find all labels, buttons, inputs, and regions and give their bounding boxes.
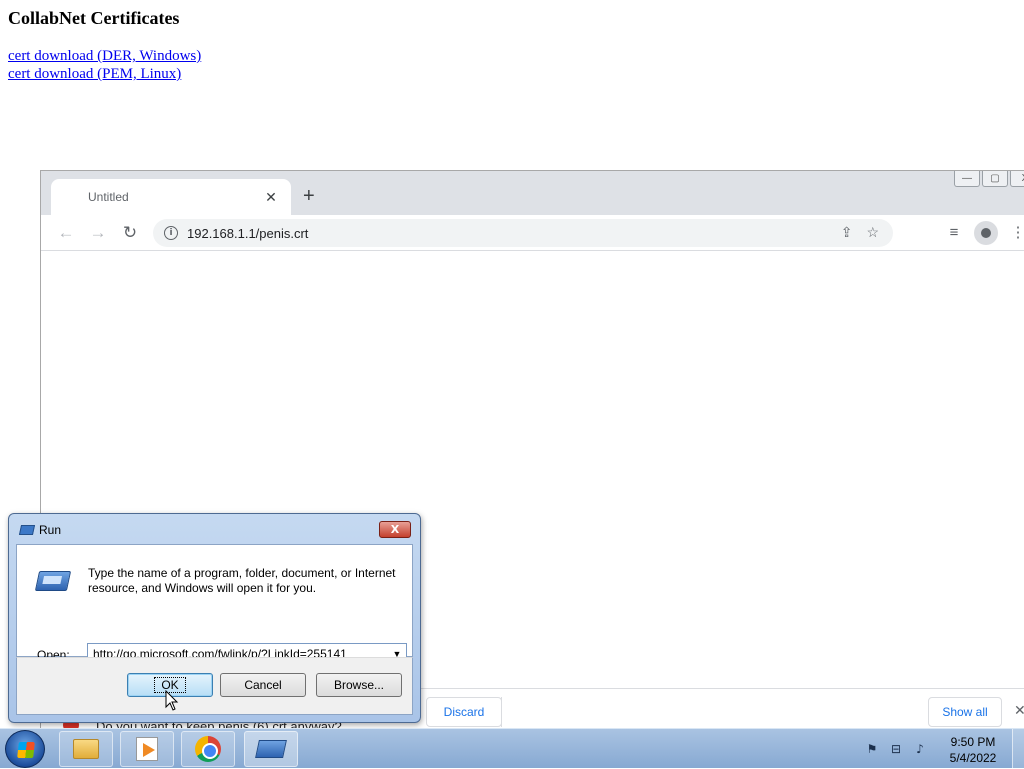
share-icon[interactable]: ⇪ (841, 224, 853, 241)
volume-icon[interactable]: ♪ (912, 741, 928, 757)
discard-button[interactable]: Discard (426, 697, 502, 727)
site-info-icon[interactable]: i (164, 226, 178, 240)
close-icon[interactable]: ✕ (1014, 702, 1024, 719)
cancel-button[interactable]: Cancel (220, 673, 306, 697)
taskbar-explorer[interactable] (59, 731, 113, 767)
run-icon (255, 740, 287, 758)
profile-avatar-icon[interactable] (974, 221, 998, 245)
page-title: CollabNet Certificates (8, 8, 180, 28)
cert-download-der-link[interactable]: cert download (DER, Windows) (8, 47, 201, 65)
browser-tab[interactable]: Untitled ✕ (51, 179, 291, 215)
chrome-icon (195, 736, 221, 762)
taskbar-run[interactable] (244, 731, 298, 767)
new-tab-icon[interactable]: + (303, 185, 315, 207)
web-page: CollabNet Certificates cert download (DE… (8, 8, 201, 83)
browser-toolbar: ← → ↻ i 192.168.1.1/penis.crt ⇪ ☆ ≡ ⋮ (41, 215, 1024, 251)
close-window-button[interactable]: X (1010, 171, 1024, 187)
taskbar: ⚑ ⊟ ♪ 9:50 PM 5/4/2022 (0, 728, 1024, 769)
tab-strip: Untitled ✕ + — ▢ X (41, 171, 1024, 215)
cert-download-pem-link[interactable]: cert download (PEM, Linux) (8, 65, 201, 83)
mouse-cursor-icon (165, 690, 179, 711)
run-icon (18, 525, 36, 535)
reload-icon[interactable]: ↻ (118, 221, 142, 245)
dialog-description: Type the name of a program, folder, docu… (88, 566, 396, 595)
tab-close-icon[interactable]: ✕ (259, 189, 283, 206)
clock[interactable]: 9:50 PM 5/4/2022 (940, 734, 1006, 766)
minimize-button[interactable]: — (954, 171, 980, 187)
taskbar-media-player[interactable] (120, 731, 174, 767)
taskbar-chrome[interactable] (181, 731, 235, 767)
menu-kebab-icon[interactable]: ⋮ (1006, 221, 1024, 245)
forward-arrow-icon[interactable]: → (86, 221, 110, 245)
show-all-button[interactable]: Show all (928, 697, 1002, 727)
action-center-flag-icon[interactable]: ⚑ (864, 741, 880, 757)
folder-icon (73, 739, 99, 759)
address-bar[interactable]: i 192.168.1.1/penis.crt ⇪ ☆ (153, 219, 893, 247)
tab-title: Untitled (88, 190, 129, 204)
url-text: 192.168.1.1/penis.crt (187, 225, 309, 241)
run-dialog: Run X Type the name of a program, folder… (8, 513, 421, 723)
window-controls: — ▢ X (954, 171, 1024, 187)
start-button[interactable] (5, 730, 45, 768)
windows-logo-icon (17, 742, 35, 758)
bookmark-star-icon[interactable]: ☆ (866, 224, 879, 241)
system-tray: ⚑ ⊟ ♪ (864, 741, 928, 757)
browse-button[interactable]: Browse... (316, 673, 402, 697)
dialog-close-button[interactable]: X (379, 521, 411, 538)
dialog-title: Run (39, 523, 62, 537)
network-icon[interactable]: ⊟ (888, 741, 904, 757)
clock-time: 9:50 PM (950, 735, 996, 749)
reading-list-icon[interactable]: ≡ (942, 221, 966, 245)
dialog-body: Type the name of a program, folder, docu… (16, 544, 413, 665)
show-desktop-button[interactable] (1012, 729, 1024, 769)
back-arrow-icon[interactable]: ← (54, 221, 78, 245)
maximize-button[interactable]: ▢ (982, 171, 1008, 187)
run-program-icon (34, 571, 72, 591)
media-player-icon (136, 737, 158, 761)
divider (501, 697, 502, 727)
clock-date: 5/4/2022 (949, 751, 997, 765)
